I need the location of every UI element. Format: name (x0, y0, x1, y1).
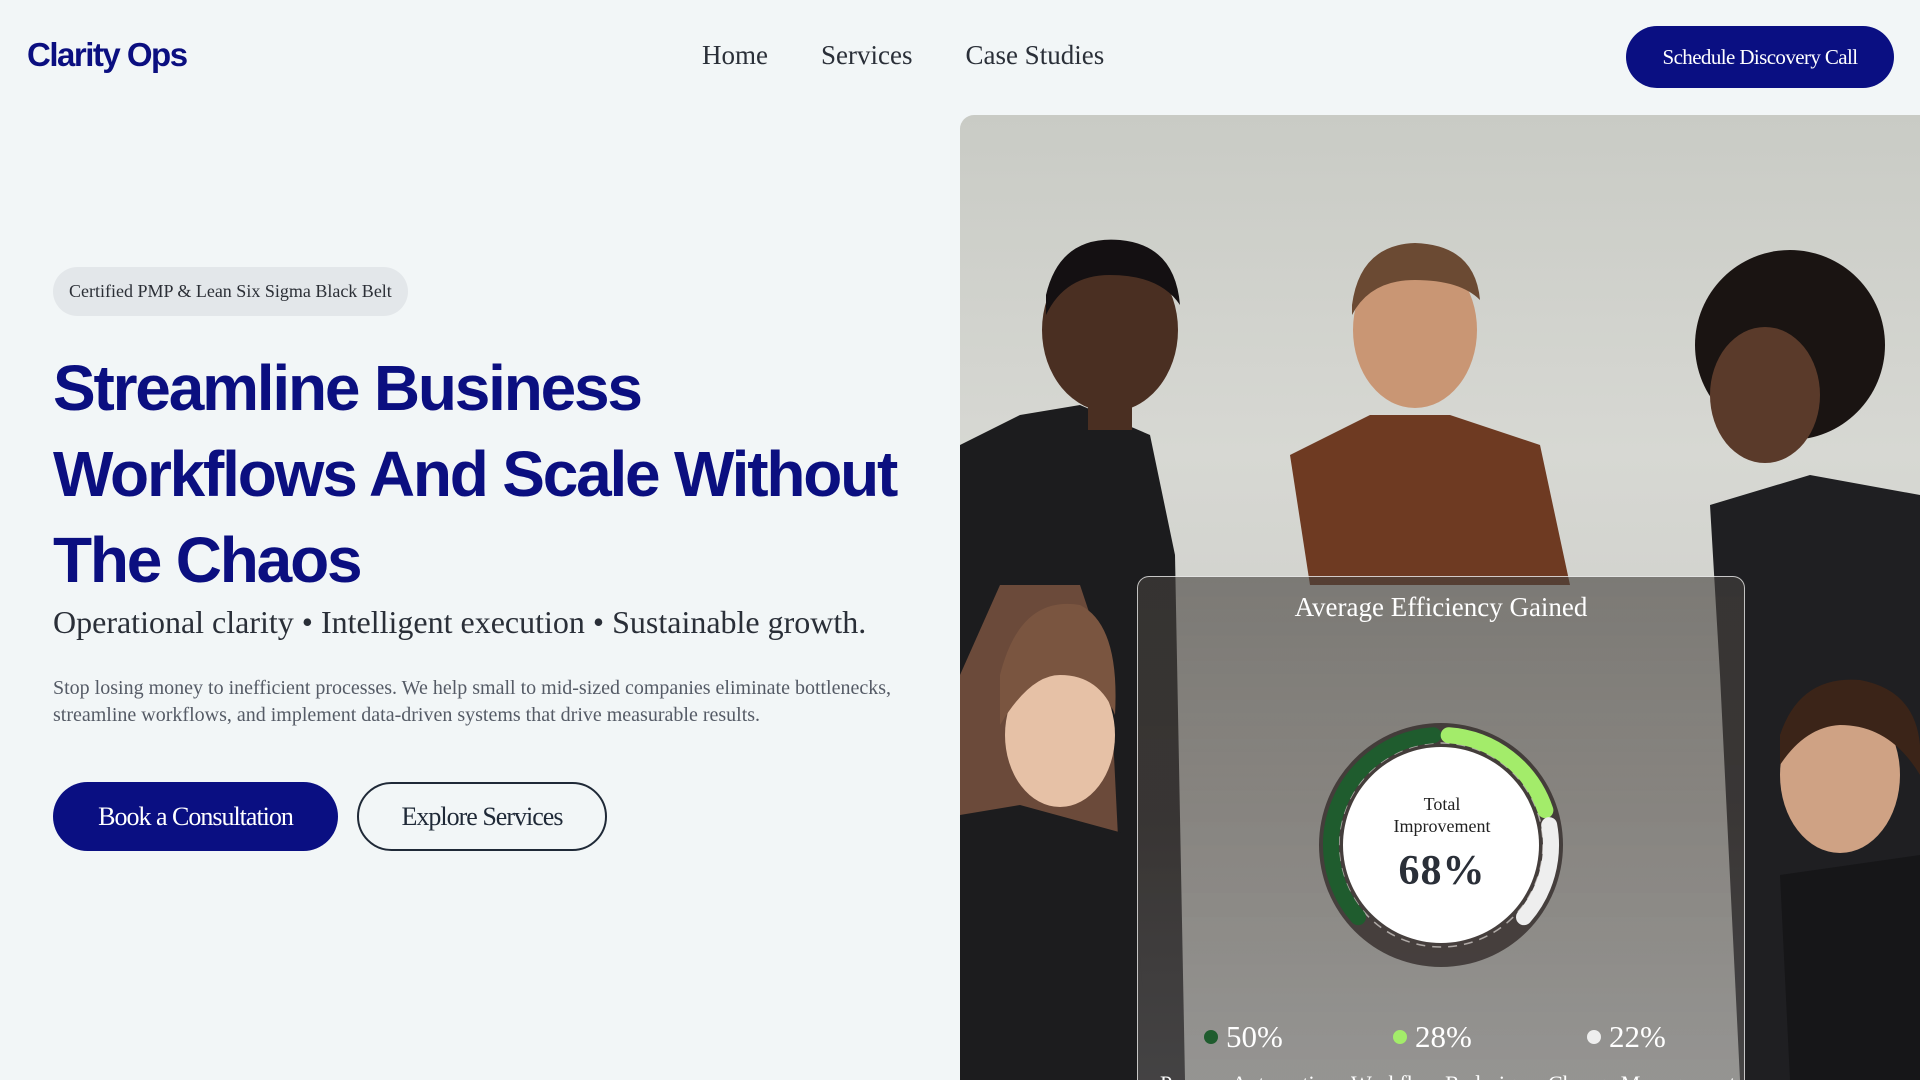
site-header: Clarity Ops Home Services Case Studies S… (0, 0, 1920, 116)
schedule-discovery-call-button[interactable]: Schedule Discovery Call (1626, 26, 1894, 88)
hero-description: Stop losing money to inefficient process… (53, 677, 892, 726)
legend-item-1: 50% (1204, 1019, 1283, 1055)
legend-dot-2 (1393, 1030, 1407, 1044)
legend-value-1: 50% (1226, 1019, 1283, 1054)
legend-dot-3 (1587, 1030, 1601, 1044)
legend-value-2: 28% (1415, 1019, 1472, 1054)
logo[interactable]: Clarity Ops (27, 36, 188, 74)
nav-services[interactable]: Services (821, 40, 912, 71)
explore-services-button[interactable]: Explore Services (357, 782, 607, 851)
efficiency-card: Average Efficiency Gained Total Improvem… (1137, 576, 1745, 1080)
nav-home[interactable]: Home (702, 40, 768, 71)
certification-badge: Certified PMP & Lean Six Sigma Black Bel… (53, 267, 408, 316)
donut-center-value: 68% (1398, 848, 1486, 894)
main-nav: Home Services Case Studies (702, 40, 1157, 71)
hero-title-line-3: The Chaos (53, 524, 363, 596)
certification-badge-label: Certified PMP & Lean Six Sigma Black Bel… (69, 281, 392, 301)
hero-tagline: Operational clarity • Intelligent execut… (53, 604, 867, 640)
nav-case-studies[interactable]: Case Studies (965, 40, 1104, 71)
hero-title-line-1: Streamline Business (53, 352, 643, 424)
legend-label-3: Change Management (1548, 1071, 1736, 1080)
hero-title-line-2: Workflows And Scale Without (53, 438, 898, 510)
legend-item-2: 28% (1393, 1019, 1472, 1055)
legend-item-3: 22% (1587, 1019, 1666, 1055)
donut-center-label: Total Improvement (1393, 794, 1491, 836)
hero-title: Streamline Business Workflows And Scale … (53, 345, 933, 603)
legend-dot-1 (1204, 1030, 1218, 1044)
donut-center (1343, 747, 1539, 943)
legend-value-3: 22% (1609, 1019, 1666, 1054)
book-consultation-button[interactable]: Book a Consultation (53, 782, 338, 851)
legend-label-2: Workflow Redesign (1351, 1071, 1527, 1080)
legend-label-1: Process Automation (1160, 1071, 1337, 1080)
